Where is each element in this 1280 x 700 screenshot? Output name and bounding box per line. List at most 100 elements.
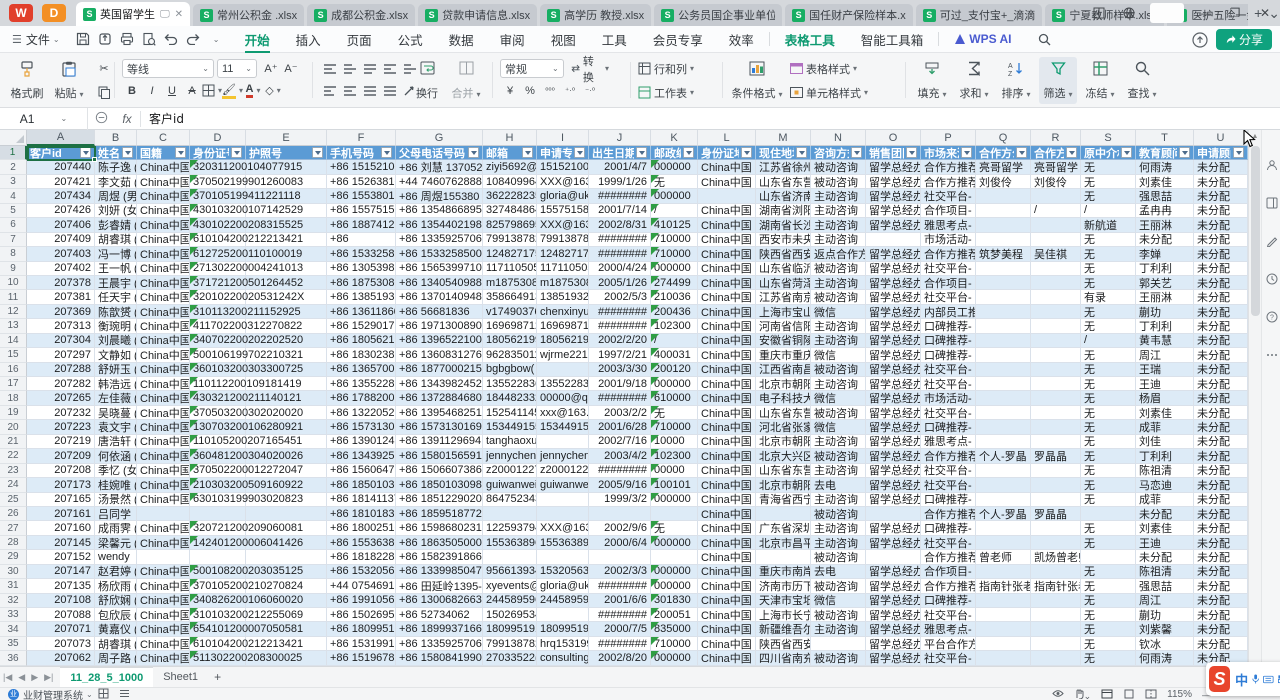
- cell-F28[interactable]: +86 15536380: [327, 536, 396, 550]
- cell-K34[interactable]: 835000: [651, 622, 698, 636]
- filter-dropdown-icon[interactable]: [1016, 147, 1027, 158]
- justify-icon[interactable]: [380, 81, 400, 100]
- cell-P10[interactable]: 合作项目-: [921, 276, 976, 290]
- cell-N18[interactable]: 微信: [811, 391, 866, 405]
- cell-J10[interactable]: 2005/1/26: [589, 276, 651, 290]
- cell-J8[interactable]: ########: [589, 247, 651, 261]
- cell-R18[interactable]: [1031, 391, 1081, 405]
- cell-U28[interactable]: 未分配: [1194, 536, 1248, 550]
- cell-P16[interactable]: 社交平台-: [921, 363, 976, 377]
- cell-Q22[interactable]: 个人-罗晶: [976, 449, 1031, 463]
- menu-tab-效率[interactable]: 效率: [716, 26, 767, 53]
- cell-T30[interactable]: 陈祖清: [1136, 565, 1194, 579]
- cell-T35[interactable]: 钦冰: [1136, 637, 1194, 651]
- cell-C16[interactable]: China中国: [137, 363, 190, 377]
- cell-L17[interactable]: China中国: [698, 377, 756, 391]
- cell-I6[interactable]: XXX@163.: [537, 218, 589, 232]
- row-number-34[interactable]: 34: [0, 622, 27, 636]
- cell-Q17[interactable]: [976, 377, 1031, 391]
- italic-button[interactable]: I: [142, 81, 162, 100]
- cell-C12[interactable]: China中国: [137, 305, 190, 319]
- cell-N5[interactable]: 主动咨询: [811, 204, 866, 218]
- cell-Q26[interactable]: 个人-罗晶: [976, 507, 1031, 521]
- cell-A36[interactable]: 207062: [27, 651, 95, 665]
- cell-B9[interactable]: 王一帆 (男: [95, 262, 137, 276]
- cell-T13[interactable]: 丁利利: [1136, 319, 1194, 333]
- cell-O23[interactable]: 留学总经办: [866, 464, 921, 478]
- cell-S3[interactable]: 无: [1081, 175, 1136, 189]
- cell-U24[interactable]: 未分配: [1194, 478, 1248, 492]
- cell-N13[interactable]: 主动咨询: [811, 319, 866, 333]
- cell-C17[interactable]: China中国: [137, 377, 190, 391]
- cell-C22[interactable]: China中国: [137, 449, 190, 463]
- cell-C14[interactable]: China中国: [137, 334, 190, 348]
- cell-A18[interactable]: 207265: [27, 391, 95, 405]
- cell-N36[interactable]: 被动咨询: [811, 651, 866, 665]
- cell-K28[interactable]: 000000: [651, 536, 698, 550]
- ribbon-查找-button[interactable]: 查找▾: [1123, 57, 1161, 104]
- cell-K35[interactable]: 710000: [651, 637, 698, 651]
- cell-I16[interactable]: [537, 363, 589, 377]
- cell-B7[interactable]: 胡睿琪 (女: [95, 233, 137, 247]
- cell-H15[interactable]: 962835011: [483, 348, 537, 362]
- cell-H21[interactable]: tanghaoxu(: [483, 435, 537, 449]
- cell-M15[interactable]: 重庆市重庆: [756, 348, 811, 362]
- cell-J13[interactable]: ########: [589, 319, 651, 333]
- filter-dropdown-icon[interactable]: [961, 147, 972, 158]
- cell-K13[interactable]: 102300: [651, 319, 698, 333]
- cell-L8[interactable]: China中国: [698, 247, 756, 261]
- cell-M5[interactable]: 湖南省浏阳: [756, 204, 811, 218]
- cell-R27[interactable]: [1031, 521, 1081, 535]
- cell-Q32[interactable]: [976, 594, 1031, 608]
- filter-dropdown-icon[interactable]: [683, 147, 694, 158]
- cell-F15[interactable]: +86 18302388: [327, 348, 396, 362]
- cell-G28[interactable]: +86 1863505000: [396, 536, 483, 550]
- header-cell-N[interactable]: 咨询方式: [811, 146, 866, 160]
- header-cell-K[interactable]: 邮政编码: [651, 146, 698, 160]
- copy-icon[interactable]: [94, 83, 114, 102]
- cell-H12[interactable]: v17490376: [483, 305, 537, 319]
- cell-style-button[interactable]: 单元格样式▾: [790, 83, 868, 102]
- cell-P12[interactable]: 内部员工推: [921, 305, 976, 319]
- cell-I34[interactable]: 180995191: [537, 622, 589, 636]
- cell-B11[interactable]: 任天宇 (女: [95, 290, 137, 304]
- filter-dropdown-icon[interactable]: [468, 147, 479, 158]
- cell-S32[interactable]: 无: [1081, 594, 1136, 608]
- row-number-11[interactable]: 11: [0, 290, 27, 304]
- cell-D26[interactable]: [190, 507, 246, 521]
- cell-O24[interactable]: 留学总经办: [866, 478, 921, 492]
- cell-D15[interactable]: 500106199702210321: [190, 348, 246, 362]
- cell-L13[interactable]: China中国: [698, 319, 756, 333]
- minimize-button[interactable]: —: [1190, 1, 1220, 25]
- cell-G2[interactable]: +86 刘慧 137052: [396, 160, 483, 174]
- cell-F10[interactable]: +86 18753080: [327, 276, 396, 290]
- cell-Q11[interactable]: [976, 290, 1031, 304]
- header-cell-Q[interactable]: 合作方公: [976, 146, 1031, 160]
- cell-M12[interactable]: 上海市宝山: [756, 305, 811, 319]
- cell-B17[interactable]: 韩浩远 (男: [95, 377, 137, 391]
- cell-Q13[interactable]: [976, 319, 1031, 333]
- cell-M26[interactable]: [756, 507, 811, 521]
- filter-dropdown-icon[interactable]: [851, 147, 862, 158]
- cell-F17[interactable]: +86 13552283: [327, 377, 396, 391]
- cell-B35[interactable]: 胡睿琪 (女: [95, 637, 137, 651]
- cell-U9[interactable]: 未分配: [1194, 262, 1248, 276]
- cell-T5[interactable]: 孟冉冉: [1136, 204, 1194, 218]
- filter-dropdown-icon[interactable]: [796, 147, 807, 158]
- cell-F22[interactable]: +86 13439252: [327, 449, 396, 463]
- cell-N29[interactable]: 被动咨询: [811, 550, 866, 564]
- header-cell-A[interactable]: 客户id: [27, 146, 95, 160]
- cell-Q34[interactable]: [976, 622, 1031, 636]
- cell-O14[interactable]: 留学总经办: [866, 334, 921, 348]
- cell-S2[interactable]: 无: [1081, 160, 1136, 174]
- header-cell-G[interactable]: 父母电话号码: [396, 146, 483, 160]
- spreadsheet-grid[interactable]: ABCDEFGHIJKLMNOPQRSTU1客户id姓名国籍身份证号护照号手机号…: [0, 130, 1248, 666]
- number-format-select[interactable]: 常规⌄: [500, 59, 564, 78]
- row-number-31[interactable]: 31: [0, 579, 27, 593]
- cell-U8[interactable]: 未分配: [1194, 247, 1248, 261]
- cell-M8[interactable]: 陕西省西安: [756, 247, 811, 261]
- cell-J24[interactable]: 2005/9/16: [589, 478, 651, 492]
- cell-H16[interactable]: bgbgbow(: [483, 363, 537, 377]
- file-tab-2[interactable]: S成都公积金.xlsx: [307, 4, 415, 26]
- cell-J28[interactable]: 2000/6/4: [589, 536, 651, 550]
